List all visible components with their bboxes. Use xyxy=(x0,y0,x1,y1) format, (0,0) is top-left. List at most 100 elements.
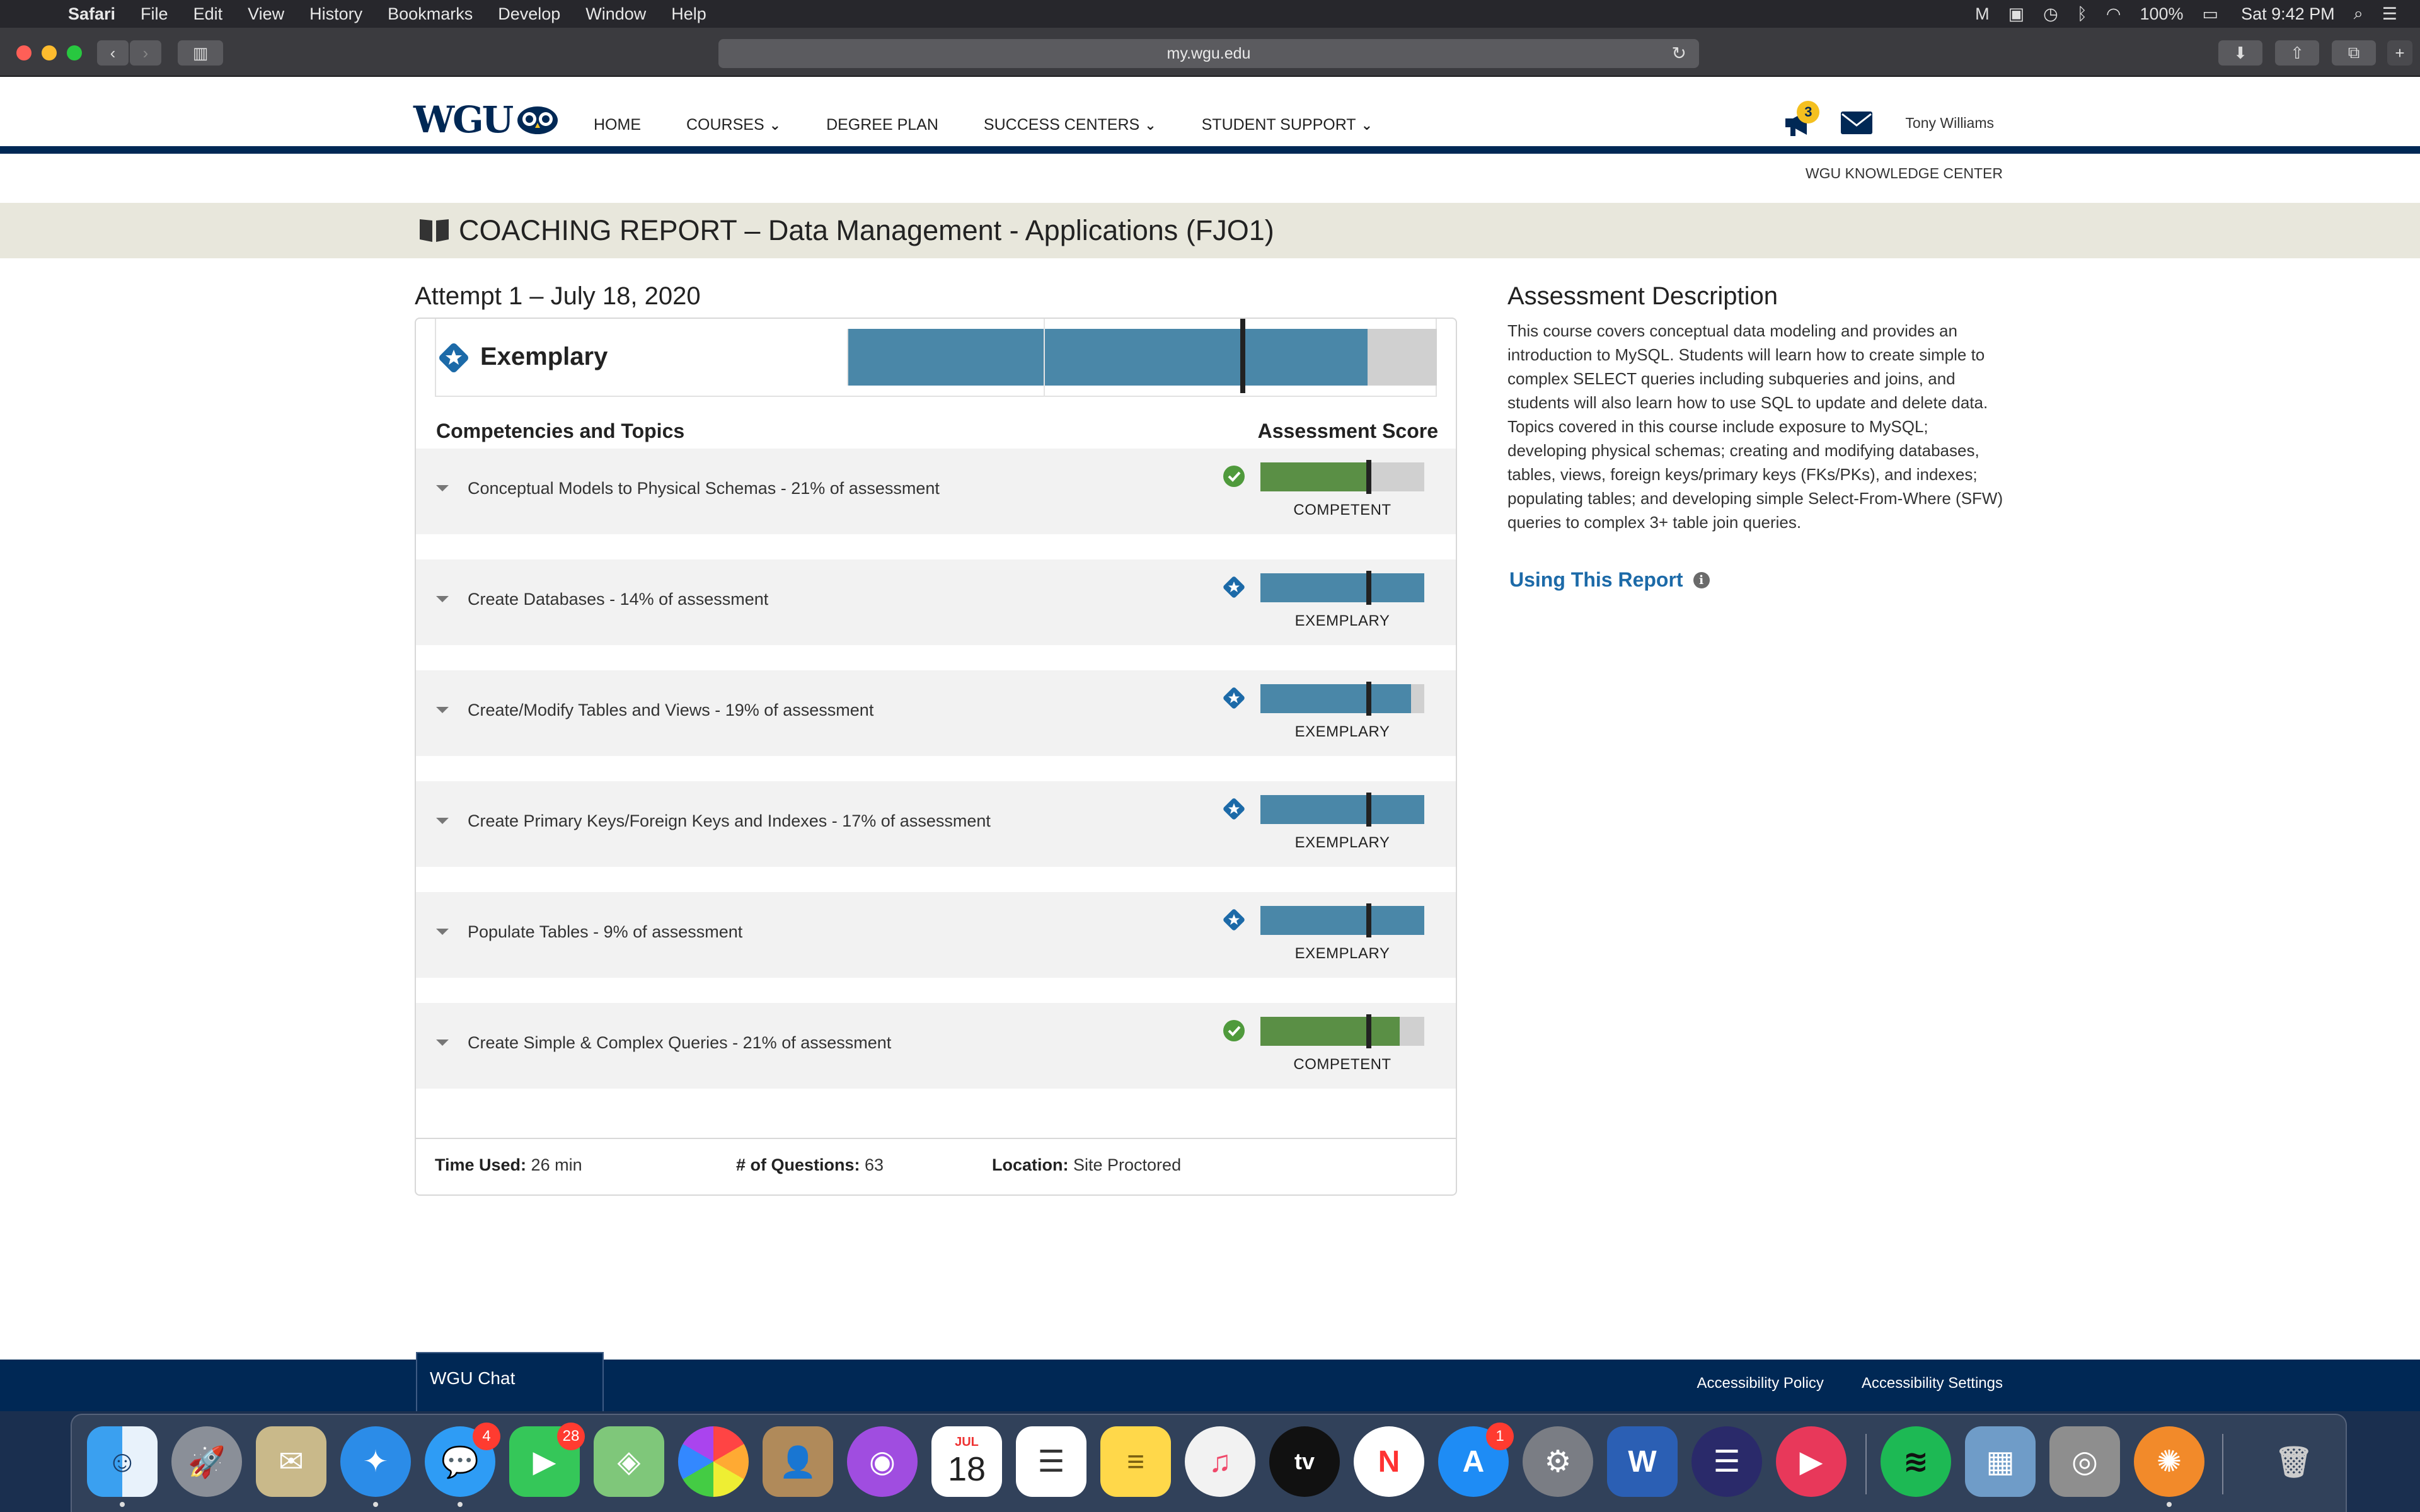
music-icon[interactable]: ♫ xyxy=(1185,1426,1255,1497)
battery-percent[interactable]: 100% xyxy=(2140,4,2183,24)
chevron-down-icon: ⌄ xyxy=(769,117,781,133)
share-button[interactable]: ⇧ xyxy=(2275,40,2319,66)
assessment-score-heading: Assessment Score xyxy=(1257,420,1438,442)
eclipse-icon[interactable]: ☰ xyxy=(1691,1426,1762,1497)
competency-row[interactable]: Conceptual Models to Physical Schemas - … xyxy=(416,449,1456,534)
competency-row[interactable]: Create Databases - 14% of assessment EXEM… xyxy=(416,559,1456,645)
messages-icon[interactable]: 💬 4 xyxy=(425,1423,500,1507)
trash-icon[interactable]: 🗑 xyxy=(2259,1426,2329,1497)
malwarebytes-icon[interactable]: M xyxy=(1975,4,1990,24)
overall-score-bar xyxy=(847,319,1437,397)
notification-app-icon[interactable]: ✺ xyxy=(2134,1426,2204,1507)
site-footer: WGU Chat Accessibility Policy Accessibil… xyxy=(0,1352,2420,1411)
bluetooth-icon[interactable]: ᛒ xyxy=(2077,4,2087,24)
calendar-icon[interactable]: JUL 18 xyxy=(931,1426,1002,1497)
microsoft-word-icon[interactable]: W xyxy=(1607,1426,1678,1497)
menu-bookmarks[interactable]: Bookmarks xyxy=(388,4,473,24)
menu-bar-status-area: M ▣ ◷ ᛒ ◠ 100% ▭ Sat 9:42 PM ⌕ ☰ xyxy=(1956,0,2420,28)
app-store-icon[interactable]: A1 xyxy=(1438,1423,1514,1497)
using-this-report-link[interactable]: Using This Report i xyxy=(1509,568,1710,592)
info-icon[interactable]: i xyxy=(1693,571,1710,588)
preview-icon[interactable]: ▦ xyxy=(1965,1426,2036,1497)
wgu-logo[interactable]: WGU xyxy=(413,98,560,141)
finder-icon[interactable]: ☺ xyxy=(87,1426,158,1507)
back-button[interactable]: ‹ xyxy=(97,40,129,66)
window-close-button[interactable] xyxy=(16,45,32,60)
maps-icon[interactable]: ◈ xyxy=(594,1426,664,1497)
nav-student-support[interactable]: STUDENT SUPPORT ⌄ xyxy=(1202,116,1373,134)
tab-overview-button[interactable]: ⧉ xyxy=(2332,40,2376,66)
media-player-icon[interactable]: ▶ xyxy=(1776,1426,1847,1497)
competency-row[interactable]: Create Primary Keys/Foreign Keys and Ind… xyxy=(416,781,1456,867)
expand-caret-icon[interactable] xyxy=(436,818,449,824)
window-zoom-button[interactable] xyxy=(67,45,82,60)
time-used-label: Time Used: xyxy=(435,1155,527,1174)
footer-links: Accessibility Policy Accessibility Setti… xyxy=(1659,1375,2003,1392)
location-value: Site Proctored xyxy=(1068,1155,1182,1174)
wifi-icon[interactable]: ◠ xyxy=(2106,4,2121,24)
system-preferences-icon[interactable]: ⚙ xyxy=(1523,1426,1593,1497)
menu-window[interactable]: Window xyxy=(585,4,646,24)
user-name-link[interactable]: Tony Williams xyxy=(1905,115,1994,132)
facetime-icon[interactable]: ▶ 28 xyxy=(509,1423,585,1497)
nav-degree-plan[interactable]: DEGREE PLAN xyxy=(826,116,938,134)
reminders-icon[interactable]: ☰ xyxy=(1016,1426,1086,1497)
time-machine-icon[interactable]: ◷ xyxy=(2043,4,2058,24)
image-capture-icon[interactable]: ◎ xyxy=(2049,1426,2120,1497)
competency-row[interactable]: Create/Modify Tables and Views - 19% of … xyxy=(416,670,1456,756)
launchpad-icon[interactable]: 🚀 xyxy=(171,1426,242,1497)
news-icon[interactable]: N xyxy=(1354,1426,1424,1497)
expand-caret-icon[interactable] xyxy=(436,929,449,935)
macos-dock: ☺ 🚀 ✉ ✦ 💬 4 ▶ 28 ◈ 👤 ◉ JUL 18 ☰ ≡ ♫ tv N A1… xyxy=(71,1414,2347,1512)
nav-home-label: HOME xyxy=(594,116,641,134)
sidebar-toggle-button[interactable]: ▥ xyxy=(178,40,223,66)
spotify-icon[interactable]: ≋ xyxy=(1881,1426,1951,1497)
nav-success-centers[interactable]: SUCCESS CENTERS ⌄ xyxy=(984,116,1156,134)
podcasts-icon[interactable]: ◉ xyxy=(847,1426,918,1497)
downloads-button[interactable]: ⬇ xyxy=(2218,40,2262,66)
mail-icon[interactable] xyxy=(1840,109,1874,137)
dock-separator xyxy=(2222,1434,2223,1494)
knowledge-center-link[interactable]: WGU KNOWLEDGE CENTER xyxy=(1806,165,2003,182)
spotlight-search-icon[interactable]: ⌕ xyxy=(2354,4,2363,24)
competency-row[interactable]: Create Simple & Complex Queries - 21% of… xyxy=(416,1003,1456,1089)
wgu-chat-button[interactable]: WGU Chat xyxy=(416,1352,604,1411)
menu-app-safari[interactable]: Safari xyxy=(68,4,115,24)
calendar-day: 18 xyxy=(947,1450,986,1488)
expand-caret-icon[interactable] xyxy=(436,485,449,491)
competent-check-icon xyxy=(1223,466,1245,487)
reload-icon[interactable]: ↻ xyxy=(1672,43,1686,64)
safari-icon[interactable]: ✦ xyxy=(340,1426,411,1507)
menu-history[interactable]: History xyxy=(309,4,362,24)
menu-develop[interactable]: Develop xyxy=(498,4,560,24)
nav-home[interactable]: HOME xyxy=(594,116,641,134)
accessibility-policy-link[interactable]: Accessibility Policy xyxy=(1697,1375,1824,1392)
expand-caret-icon[interactable] xyxy=(436,596,449,602)
notes-icon[interactable]: ≡ xyxy=(1100,1426,1171,1497)
menu-edit[interactable]: Edit xyxy=(193,4,223,24)
menu-bar-clock[interactable]: Sat 9:42 PM xyxy=(2241,4,2335,24)
forward-button[interactable]: › xyxy=(130,40,161,66)
nav-courses[interactable]: COURSES ⌄ xyxy=(686,116,781,134)
expand-caret-icon[interactable] xyxy=(436,1040,449,1046)
expand-caret-icon[interactable] xyxy=(436,707,449,713)
photos-icon[interactable] xyxy=(678,1426,749,1497)
menu-help[interactable]: Help xyxy=(671,4,706,24)
time-used: Time Used: 26 min xyxy=(435,1155,582,1175)
notification-center-icon[interactable]: ☰ xyxy=(2382,4,2397,24)
mail-stamp-app-icon[interactable]: ✉ xyxy=(256,1426,326,1497)
header-divider xyxy=(0,146,2420,154)
announcements-button[interactable]: 3 xyxy=(1782,101,1820,140)
apple-tv-icon[interactable]: tv xyxy=(1269,1426,1340,1497)
app-status-icon[interactable]: ▣ xyxy=(2008,4,2025,24)
new-tab-button[interactable]: + xyxy=(2387,40,2412,66)
address-bar[interactable]: my.wgu.edu ↻ xyxy=(718,39,1699,68)
window-minimize-button[interactable] xyxy=(42,45,57,60)
contacts-icon[interactable]: 👤 xyxy=(763,1426,833,1497)
competency-row[interactable]: Populate Tables - 9% of assessment EXEMPL… xyxy=(416,892,1456,978)
battery-icon[interactable]: ▭ xyxy=(2203,4,2219,24)
menu-view[interactable]: View xyxy=(248,4,284,24)
competency-level-label: EXEMPLARY xyxy=(1294,834,1390,851)
accessibility-settings-link[interactable]: Accessibility Settings xyxy=(1862,1375,2003,1392)
menu-file[interactable]: File xyxy=(141,4,168,24)
